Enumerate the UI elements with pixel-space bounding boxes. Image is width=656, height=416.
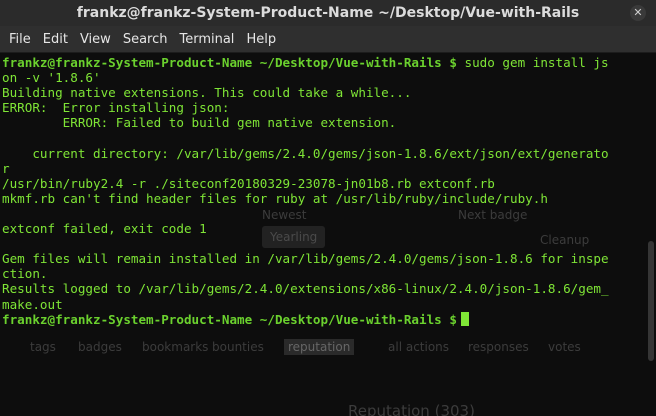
menu-view[interactable]: View — [75, 32, 116, 47]
ghost-tab: bounties — [212, 340, 264, 354]
output-line: Building native extensions. This could t… — [2, 85, 412, 101]
output-line: make.out — [2, 296, 63, 312]
output-line: Results logged to /var/lib/gems/2.4.0/ex… — [2, 281, 609, 297]
menu-help[interactable]: Help — [241, 32, 281, 47]
output-line: /usr/bin/ruby2.4 -r ./siteconf20180329-2… — [2, 175, 495, 191]
output-line: r — [2, 160, 10, 176]
ghost-tab: votes — [548, 340, 581, 354]
menu-search[interactable]: Search — [118, 32, 173, 47]
ghost-tab: badges — [78, 340, 122, 354]
output-line: ction. — [2, 266, 48, 282]
terminal-output: frankz@frankz-System-Product-Name ~/Desk… — [2, 55, 656, 327]
window-titlebar: frankz@frankz-System-Product-Name ~/Desk… — [0, 0, 656, 26]
output-line: mkmf.rb can't find header files for ruby… — [2, 190, 548, 206]
ghost-reputation: Reputation (303) — [348, 402, 475, 416]
text-cursor — [460, 311, 469, 326]
final-prompt: frankz@frankz-System-Product-Name ~/Desk… — [2, 311, 457, 327]
command-text: sudo gem install js — [456, 55, 609, 70]
output-line: on -v '1.8.6' — [2, 70, 101, 86]
menu-edit[interactable]: Edit — [38, 32, 73, 47]
ghost-tab: reputation — [284, 339, 355, 355]
menu-file[interactable]: File — [4, 32, 36, 47]
output-line: Gem files will remain installed in /var/… — [2, 251, 609, 267]
output-line: extconf failed, exit code 1 — [2, 221, 207, 237]
prompt: frankz@frankz-System-Product-Name ~/Desk… — [2, 55, 457, 70]
scrollbar[interactable] — [648, 241, 654, 361]
output-line: ERROR: Error installing json: — [2, 100, 230, 116]
terminal-area[interactable]: Newest Next badge Yearling Cleanup tags … — [0, 53, 656, 416]
close-icon[interactable]: ✕ — [630, 5, 646, 21]
menu-bar: File Edit View Search Terminal Help — [0, 26, 656, 53]
ghost-tab: tags — [30, 340, 56, 354]
output-line: ERROR: Failed to build gem native extens… — [2, 115, 397, 131]
ghost-tab: bookmarks — [142, 340, 209, 354]
menu-terminal[interactable]: Terminal — [174, 32, 239, 47]
ghost-tab: all actions — [388, 340, 450, 354]
ghost-tab: responses — [468, 340, 529, 354]
window-title: frankz@frankz-System-Product-Name ~/Desk… — [76, 5, 580, 21]
output-line: current directory: /var/lib/gems/2.4.0/g… — [2, 145, 609, 161]
